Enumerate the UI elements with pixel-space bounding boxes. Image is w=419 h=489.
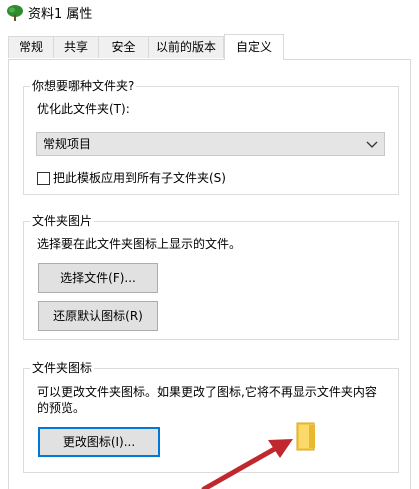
tab-previous-versions[interactable]: 以前的版本	[148, 36, 224, 58]
optimize-label: 优化此文件夹(T):	[37, 102, 130, 116]
tab-sharing[interactable]: 共享	[53, 36, 99, 58]
folder-icons-description-line2: 的预览。	[37, 401, 86, 415]
apply-subfolders-label: 把此模板应用到所有子文件夹(S)	[53, 171, 226, 185]
folder-icons-group-title: 文件夹图标	[30, 360, 95, 376]
tab-general[interactable]: 常规	[8, 36, 54, 58]
optimize-selected-value: 常规项目	[43, 137, 92, 151]
tab-security[interactable]: 安全	[98, 36, 149, 58]
change-icon-button[interactable]: 更改图标(I)...	[38, 427, 160, 457]
tree-icon	[7, 5, 23, 21]
window-title: 资料1 属性	[28, 7, 93, 22]
tab-customize[interactable]: 自定义	[224, 34, 284, 60]
optimize-select[interactable]: 常规项目	[36, 132, 385, 156]
chevron-down-icon	[366, 141, 378, 148]
folder-icon	[296, 422, 315, 451]
apply-subfolders-checkbox[interactable]	[37, 172, 50, 185]
tab-strip: 常规 共享 安全 以前的版本 自定义	[0, 34, 419, 60]
properties-dialog: 资料1 属性 常规 共享 安全 以前的版本 自定义 你想要哪种文件夹? 优化此文…	[0, 0, 419, 489]
folder-pictures-group-title: 文件夹图片	[30, 213, 95, 229]
folder-type-group-title: 你想要哪种文件夹?	[30, 78, 137, 94]
folder-icons-description-line1: 可以更改文件夹图标。如果更改了图标,它将不再显示文件夹内容	[37, 385, 377, 399]
restore-default-button[interactable]: 还原默认图标(R)	[38, 301, 158, 331]
choose-file-button[interactable]: 选择文件(F)...	[38, 263, 158, 293]
folder-pictures-description: 选择要在此文件夹图标上显示的文件。	[37, 237, 242, 251]
title-bar[interactable]: 资料1 属性	[0, 0, 419, 30]
